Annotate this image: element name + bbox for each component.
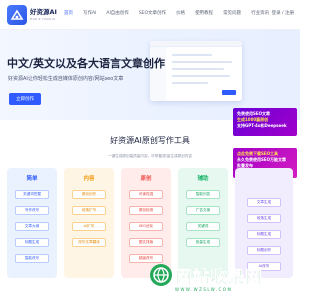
app-preview-illustration [150,41,242,101]
feature-pill[interactable]: 关键词挖掘 [15,190,49,199]
section-title: 好资源AI原创写作工具 [110,136,190,145]
start-creating-button[interactable]: 立即创作 [9,93,41,105]
feature-pill[interactable]: 关键词 [186,222,220,231]
hero-title: 中文/英文以及各大语言文章创作 [7,57,166,70]
watermark-text: 网站收录网 [175,267,263,288]
column-title: 原创 [140,176,152,182]
menu-item-seo-article[interactable]: SEO文章创作 [139,10,166,16]
feature-pill[interactable]: 标题生成 [15,238,49,247]
feature-column-content: 内容 原创创作 段落扩写 AI扩写 改写文章翻译 [64,168,114,278]
feature-pill[interactable]: 原创创作 [72,190,106,199]
feature-pill[interactable]: 段落扩写 [72,206,106,215]
feature-column-simple: 简单 关键词挖掘 写作改写 文章大纲 标题生成 智能改写 [7,168,57,278]
feature-pill[interactable]: 可读性强 [129,190,163,199]
login-register-link[interactable]: 登录 / 注册 [272,10,294,16]
feature-pill[interactable]: 写作改写 [15,206,49,215]
menu-item-pricing[interactable]: 价格 [176,10,185,16]
menu-item-free-creation[interactable]: AI自由创作 [106,10,128,16]
menu-item-news[interactable]: 行业资讯 [251,10,269,16]
feature-pill[interactable]: 图文排版 [129,238,163,247]
column-title: 简单 [26,176,38,182]
watermark-url: WWW.WZSLW.COM [175,287,233,292]
feature-pill[interactable]: 标题创作 [247,246,281,255]
feature-pill[interactable]: 智能问答 [186,190,220,199]
section-subtitle: 一键生成原创高质量内容，可掌握/批量生成原创内容 [108,154,192,158]
feature-pill[interactable]: 改写文章翻译 [72,238,106,247]
column-title: 内容 [83,176,95,182]
feature-pill[interactable]: 批量生成 [186,238,220,247]
feature-pill[interactable]: SEO优化 [129,222,163,231]
feature-pill[interactable]: 智能改写 [15,254,49,263]
hero-subtitle: 好资源AI让你轻松生成自媒体原创内容/网站seo文章 [8,76,124,82]
promo-card-free-seo[interactable]: 免费使用SEO文章 生成1000篇原创 支持GPT-4o和Deepseek [233,108,297,136]
feature-pill[interactable]: 广告文案 [186,206,220,215]
feature-pill[interactable]: 原创检测 [129,206,163,215]
column-title: 辅助 [197,176,209,182]
watermark-globe-icon [150,264,172,286]
menu-item-tutorial[interactable]: 使用教程 [195,10,213,16]
watermark: 网站收录网 [150,262,263,288]
top-navbar: 好资源AI HAO Z YUAN AI 首页 写作AI AI自由创作 SEO文章… [0,0,300,30]
feature-pill[interactable]: AI扩写 [72,222,106,231]
feature-pill[interactable]: 标题生成 [247,230,281,239]
menu-item-home[interactable]: 首页 [64,10,73,16]
menu-item-faq[interactable]: 常见问题 [223,10,241,16]
brand-name: 好资源AI [30,8,57,16]
main-menu: 首页 写作AI AI自由创作 SEO文章创作 价格 使用教程 常见问题 行业资讯 [64,10,279,16]
logo[interactable] [7,5,27,25]
feature-pill[interactable]: 段落生成 [247,214,281,223]
brand-subtitle: HAO Z YUAN AI [30,17,56,21]
feature-pill[interactable]: 文章生成 [247,198,281,207]
menu-item-writing-ai[interactable]: 写作AI [83,10,96,16]
promo-line: 支持GPT-4o和Deepseek [237,123,287,128]
feature-pill[interactable]: 文章大纲 [15,222,49,231]
